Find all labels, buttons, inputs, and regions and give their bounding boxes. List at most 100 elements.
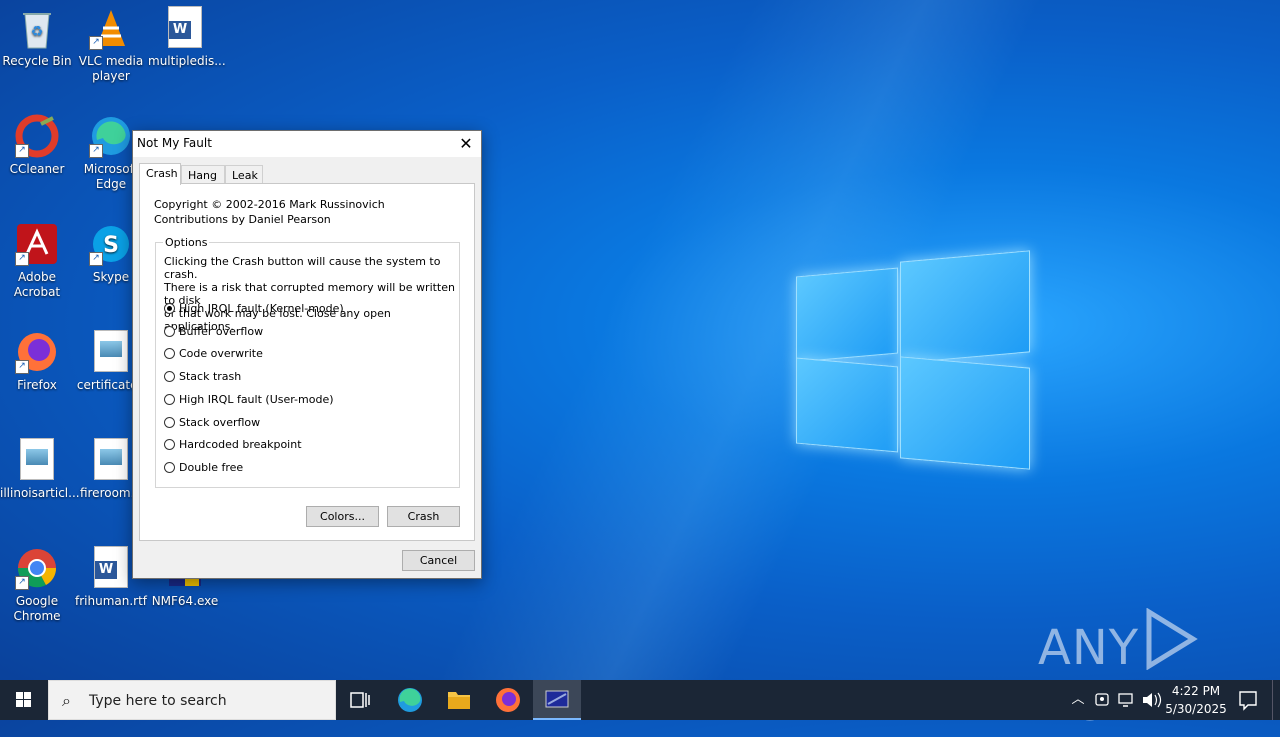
radio-button[interactable] [164,461,175,473]
option-stack-trash[interactable]: Stack trash [164,368,241,384]
taskbar-firefox[interactable] [484,680,532,720]
image-file-icon [15,438,59,482]
option-label: Hardcoded breakpoint [179,437,302,451]
task-view-button[interactable] [336,680,384,720]
radio-button-selected[interactable] [164,302,175,314]
chrome-icon: ↗ [15,546,59,590]
option-high-irql-user[interactable]: High IRQL fault (User-mode) [164,391,334,407]
options-group: Options Clicking the Crash button will c… [155,236,460,488]
edge-icon [398,688,422,712]
edge-icon: ↗ [89,114,133,158]
meet-now-icon[interactable] [1092,680,1114,720]
taskbar-edge[interactable] [386,680,434,720]
radio-button[interactable] [164,370,175,382]
credits: Copyright © 2002-2016 Mark Russinovich C… [154,197,385,227]
crash-tab-panel: Copyright © 2002-2016 Mark Russinovich C… [139,183,475,541]
svg-text:S: S [103,233,119,258]
desktop-icon-acrobat[interactable]: ↗ Adobe Acrobat [0,216,74,300]
notification-icon [1239,691,1257,711]
icon-label: Google Chrome [13,594,61,623]
word-doc-icon: W [89,546,133,590]
tab-crash[interactable]: Crash [139,163,181,185]
option-stack-overflow[interactable]: Stack overflow [164,414,260,430]
option-label: Stack overflow [179,415,261,429]
colors-button[interactable]: Colors... [306,506,379,527]
notmyfault-app-icon [545,690,569,708]
search-icon: ⌕ [62,691,71,710]
icon-label: Firefox [17,378,57,392]
taskbar: ⌕ Type here to search ︿ 4:22 PM 5/30/202… [0,680,1280,720]
crash-button[interactable]: Crash [387,506,460,527]
icon-label: CCleaner [9,162,65,176]
contributions-text: Contributions by Daniel Pearson [154,213,331,226]
icon-label: frihuman.rtf [74,594,148,608]
desktop-icon-ccleaner[interactable]: ↗ CCleaner [0,108,74,177]
icon-label: illinoisarticl... [0,486,80,500]
clock-date: 5/30/2025 [1165,702,1227,716]
vlc-icon: ↗ [89,6,133,50]
desktop-icon-vlc[interactable]: ↗ VLC media player [74,0,148,84]
radio-button[interactable] [164,347,175,359]
close-icon[interactable]: ✕ [451,131,481,157]
option-label: Code overwrite [179,346,263,360]
desktop-icon-firefox[interactable]: ↗ Firefox [0,324,74,393]
desktop-icon-recycle-bin[interactable]: ♻ Recycle Bin [0,0,74,69]
icon-label: Adobe Acrobat [13,270,61,299]
notifications-button[interactable] [1234,680,1262,720]
option-label: Double free [179,460,244,474]
copyright-text: Copyright © 2002-2016 Mark Russinovich [154,198,385,211]
taskbar-notmyfault[interactable] [533,680,581,720]
icon-label: NMF64.exe [151,594,219,608]
options-legend: Options [163,236,210,249]
desktop-icon-chrome[interactable]: ↗ Google Chrome [0,540,74,624]
taskbar-search-box[interactable]: ⌕ Type here to search [48,680,336,720]
tab-hang[interactable]: Hang [181,165,225,184]
option-code-overwrite[interactable]: Code overwrite [164,345,263,361]
folder-icon [448,692,470,709]
image-file-icon [89,438,133,482]
option-label: Stack trash [179,369,242,383]
radio-button[interactable] [164,393,175,405]
desktop-icon-multipledis[interactable]: W multipledis... [148,0,226,69]
option-label: High IRQL fault (Kernel-mode) [179,301,344,315]
image-file-icon [89,330,133,374]
acrobat-icon: ↗ [15,222,59,266]
windows-start-icon [16,692,31,707]
warning-line: Clicking the Crash button will cause the… [164,255,441,281]
svg-text:♻: ♻ [31,24,44,40]
radio-button[interactable] [164,416,175,428]
desktop-icon-illinoisarticl[interactable]: illinoisarticl... [0,432,80,501]
option-label: High IRQL fault (User-mode) [179,392,334,406]
option-buffer-overflow[interactable]: Buffer overflow [164,323,263,339]
taskbar-file-explorer[interactable] [435,680,483,720]
show-desktop-divider[interactable] [1272,680,1273,720]
word-doc-icon: W [163,6,207,50]
skype-icon: S ↗ [89,222,133,266]
volume-icon[interactable] [1140,680,1162,720]
tab-leak[interactable]: Leak [225,165,263,184]
dialog-titlebar[interactable]: Not My Fault ✕ [133,131,481,157]
start-button[interactable] [0,680,48,720]
radio-button[interactable] [164,438,175,450]
show-hidden-icons-chevron[interactable]: ︿ [1068,680,1088,720]
option-double-free[interactable]: Double free [164,459,243,475]
firefox-icon [496,688,520,712]
radio-button[interactable] [164,325,175,337]
icon-label: multipledis... [148,54,226,68]
crash-warning-text: Clicking the Crash button will cause the… [164,255,456,333]
option-hardcoded-breakpoint[interactable]: Hardcoded breakpoint [164,436,302,452]
firefox-icon: ↗ [15,330,59,374]
icon-label: Recycle Bin [2,54,72,68]
dialog-title: Not My Fault [137,136,212,150]
network-icon[interactable] [1116,680,1138,720]
taskbar-clock[interactable]: 4:22 PM 5/30/2025 [1160,683,1232,717]
notmyfault-dialog: Not My Fault ✕ Crash Hang Leak Copyright… [132,130,482,579]
recycle-bin-icon: ♻ [15,6,59,50]
option-label: Buffer overflow [179,324,264,338]
icon-label: VLC media player [78,54,144,83]
search-placeholder: Type here to search [89,693,227,709]
windows-logo-wallpaper [796,242,1030,478]
ccleaner-icon: ↗ [15,114,59,158]
option-high-irql-kernel[interactable]: High IRQL fault (Kernel-mode) [164,300,344,316]
cancel-button[interactable]: Cancel [402,550,475,571]
